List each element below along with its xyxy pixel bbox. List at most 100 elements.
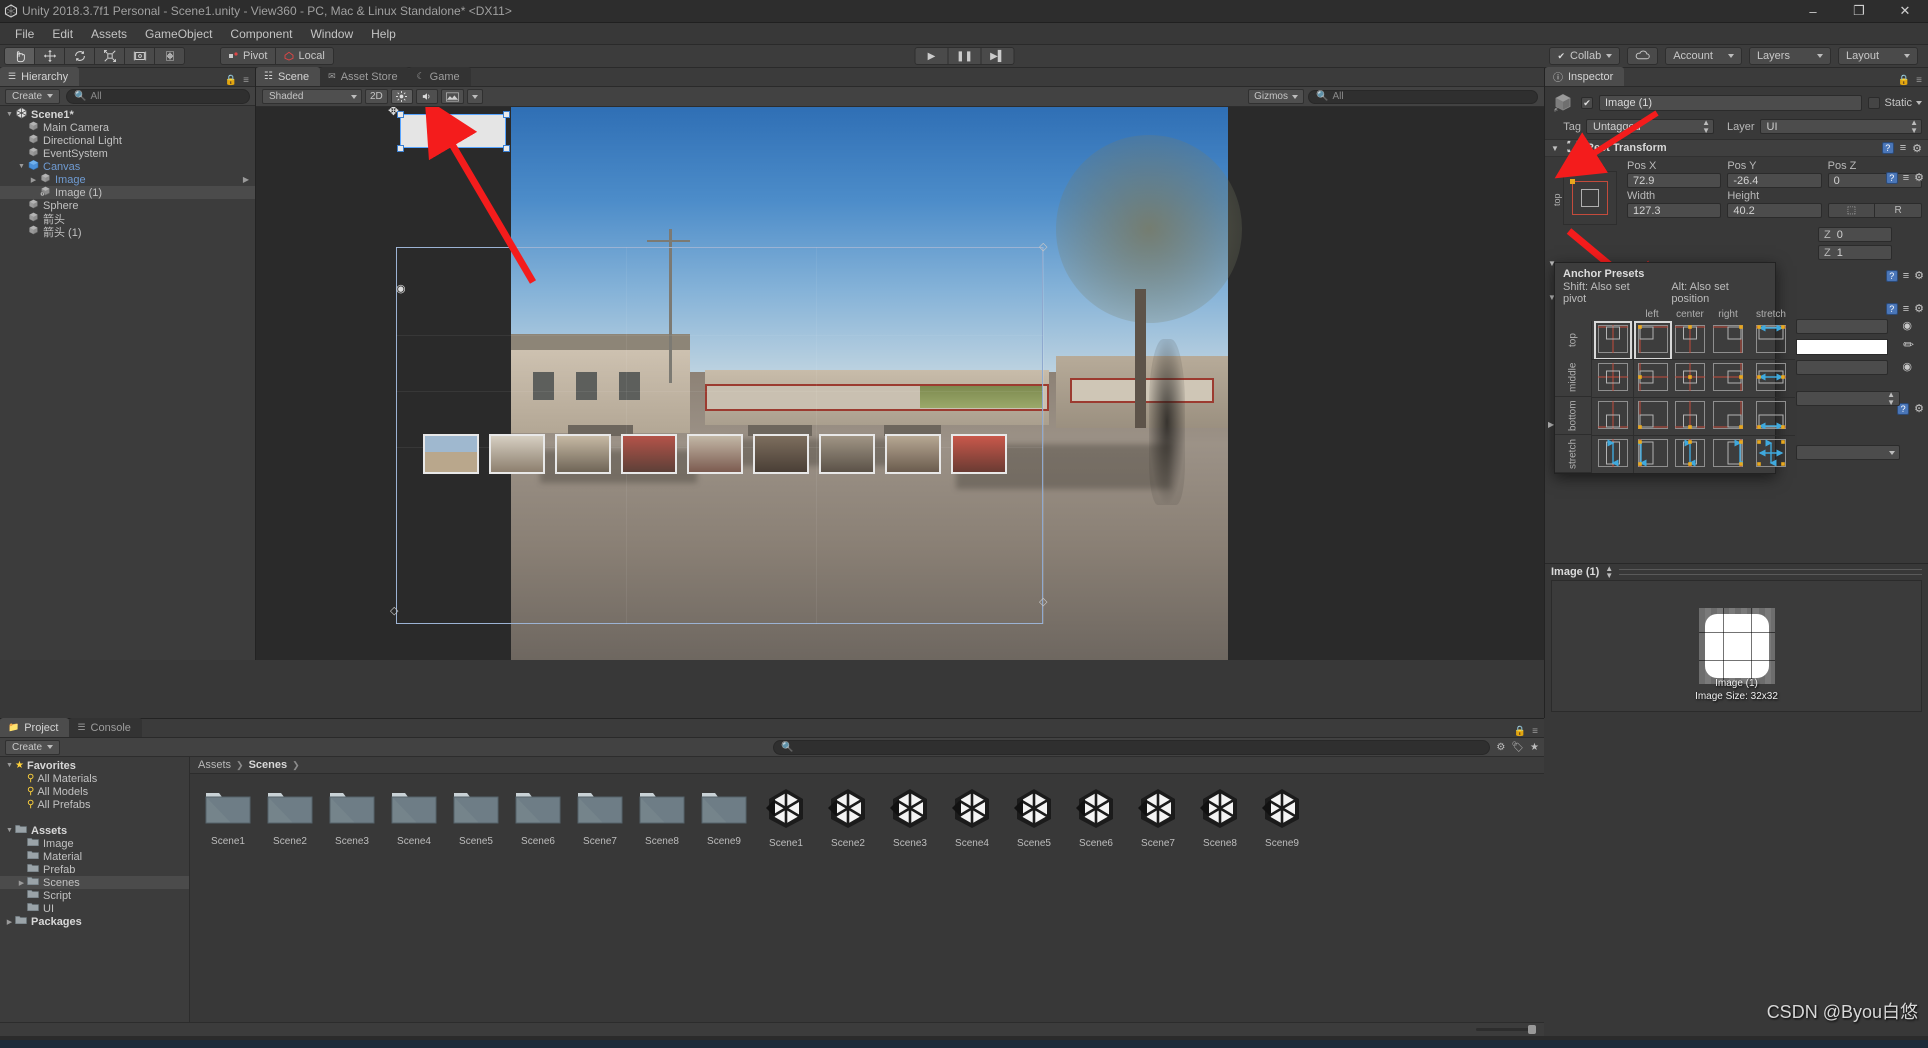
eyedropper-icon[interactable]: ✏ (1903, 337, 1914, 353)
rotate-tool-button[interactable] (64, 47, 95, 65)
resize-handle-tr[interactable] (503, 111, 510, 118)
asset-folder-item[interactable]: Scene9 (696, 786, 752, 849)
menu-edit[interactable]: Edit (43, 25, 82, 43)
thumbnail-item[interactable] (489, 434, 545, 474)
menu-gameobject[interactable]: GameObject (136, 25, 221, 43)
anchor-preset-bottom-center[interactable] (1671, 397, 1709, 435)
maximize-button[interactable]: ❐ (1836, 0, 1882, 23)
project-tree-item-packages[interactable]: ▶ Packages (0, 915, 189, 928)
chevron-down-icon[interactable]: ▼ (4, 762, 15, 769)
project-tree-item-spacer[interactable]: ▶ (0, 811, 189, 824)
play-button[interactable]: ▶ (914, 47, 949, 65)
filter-label-icon[interactable]: 🏷 (1511, 742, 1524, 753)
asset-scene-item[interactable]: Scene6 (1068, 786, 1124, 849)
pause-button[interactable]: ❚❚ (947, 47, 982, 65)
tab-console[interactable]: ☰ Console (69, 718, 142, 737)
favorite-icon[interactable]: ★ (1530, 742, 1539, 753)
toggle-2d-button[interactable]: 2D (365, 89, 388, 104)
asset-folder-item[interactable]: Scene6 (510, 786, 566, 849)
anchor-preset-middle-stretch[interactable] (1747, 359, 1795, 397)
material-field[interactable] (1796, 360, 1888, 375)
breadcrumb-item[interactable]: Assets (198, 759, 231, 771)
layers-button[interactable]: Layers (1748, 47, 1831, 65)
asset-folder-item[interactable]: Scene3 (324, 786, 380, 849)
pivot-handle[interactable] (446, 126, 457, 137)
asset-scene-item[interactable]: Scene8 (1192, 786, 1248, 849)
anchor-preset-stretch-right[interactable] (1709, 435, 1747, 473)
audio-toggle-button[interactable] (415, 89, 438, 104)
scene-viewport[interactable]: ✥ ◇ ◇ ◇ ◉ (256, 107, 1544, 660)
anchor-preset-stretch-stretch[interactable] (1747, 435, 1795, 473)
anchor-preset-stretch-left[interactable] (1633, 435, 1671, 473)
chevron-right-icon[interactable]: ▶ (28, 176, 39, 184)
help-icon[interactable]: ? (1885, 302, 1898, 315)
fx-dropdown-button[interactable] (466, 89, 483, 104)
asset-folder-item[interactable]: Scene1 (200, 786, 256, 849)
project-tree-item-prefab[interactable]: ▶Prefab (0, 863, 189, 876)
menu-component[interactable]: Component (221, 25, 301, 43)
hierarchy-item-1[interactable]: ▶箭头 (1) (0, 225, 255, 239)
anchor-preset-middle-left[interactable] (1633, 359, 1671, 397)
help-icon[interactable]: ? (1881, 142, 1894, 154)
rect-transform-header[interactable]: ▼ Rect Transform ? ≡ ⚙ (1545, 139, 1928, 157)
resize-handle-br[interactable] (503, 145, 510, 152)
anchor-preset-bottom-stretch[interactable] (1747, 397, 1795, 435)
lighting-toggle-button[interactable] (390, 89, 413, 104)
image-type-dropdown[interactable]: ▲ ▼ (1796, 391, 1900, 406)
menu-icon[interactable]: ≡ (1532, 726, 1538, 737)
gameobject-name-field[interactable]: Image (1) (1599, 95, 1863, 111)
anchor-preset-stretch-center[interactable] (1671, 435, 1709, 473)
anchor-preset-summary-top[interactable] (1591, 320, 1633, 360)
chevron-right-icon[interactable]: ▶ (16, 879, 27, 887)
anchor-preset-bottom-right[interactable] (1709, 397, 1747, 435)
asset-folder-item[interactable]: Scene7 (572, 786, 628, 849)
preset-icon[interactable]: ≡ (1903, 172, 1909, 184)
gameobject-enabled-checkbox[interactable]: ✔ (1581, 97, 1593, 109)
anchor-presets-grid[interactable]: left center right stretch top middle bottom str… (1555, 309, 1795, 473)
tab-project[interactable]: 📁 Project (0, 718, 70, 737)
project-tree-item-all-models[interactable]: ▶⚲All Models (0, 785, 189, 798)
asset-scene-item[interactable]: Scene1 (758, 786, 814, 849)
thumbnail-item[interactable] (555, 434, 611, 474)
preset-icon[interactable]: ≡ (1903, 270, 1909, 282)
menu-help[interactable]: Help (362, 25, 405, 43)
asset-scene-item[interactable]: Scene5 (1006, 786, 1062, 849)
anchor-preset-summary-bottom[interactable] (1591, 397, 1633, 435)
asset-scene-item[interactable]: Scene2 (820, 786, 876, 849)
chevron-down-icon[interactable]: ▼ (1551, 144, 1561, 153)
asset-scene-item[interactable]: Scene4 (944, 786, 1000, 849)
thumbnail-item[interactable] (951, 434, 1007, 474)
cloud-button[interactable] (1627, 47, 1659, 65)
anchor-presets-popup[interactable]: Anchor Presets Shift: Also set pivot Alt… (1554, 262, 1795, 474)
radio-icon[interactable]: ◉ (1902, 360, 1912, 373)
pos-y-input[interactable]: -26.4 (1727, 173, 1822, 188)
breadcrumb-item[interactable]: Scenes (249, 759, 288, 771)
anchor-preset-middle-right[interactable] (1709, 359, 1747, 397)
step-button[interactable]: ▶▌ (980, 47, 1015, 65)
lock-icon[interactable]: 🔒 (225, 75, 237, 86)
anchor-preset-bottom-left[interactable] (1633, 397, 1671, 435)
color-field[interactable] (1796, 339, 1888, 355)
project-tree-item-ui[interactable]: ▶UI (0, 902, 189, 915)
scale-tool-button[interactable] (94, 47, 125, 65)
height-input[interactable]: 40.2 (1727, 203, 1822, 218)
rect-tool-button[interactable] (124, 47, 155, 65)
tab-scene[interactable]: ☷ Scene (256, 67, 321, 86)
gizmos-dropdown[interactable]: Gizmos (1248, 89, 1304, 104)
anchor-preset-summary-middle[interactable] (1591, 359, 1633, 397)
tab-hierarchy[interactable]: ☰ Hierarchy (0, 67, 80, 86)
anchor-preset-top-stretch[interactable] (1747, 321, 1795, 359)
project-create-button[interactable]: Create (5, 739, 61, 755)
project-tree-item-script[interactable]: ▶Script (0, 889, 189, 902)
thumbnail-item[interactable] (753, 434, 809, 474)
preset-icon[interactable]: ≡ (1903, 303, 1909, 315)
chevron-down-icon[interactable]: ▼ (16, 163, 27, 170)
anchor-preset-top-center[interactable] (1671, 321, 1709, 359)
anchor-preset-button[interactable] (1563, 171, 1617, 225)
project-tree-item-all-materials[interactable]: ▶⚲All Materials (0, 772, 189, 785)
asset-folder-item[interactable]: Scene4 (386, 786, 442, 849)
gear-icon[interactable]: ⚙ (1914, 302, 1924, 315)
menu-icon[interactable]: ≡ (1916, 75, 1922, 86)
thumbnail-item[interactable] (885, 434, 941, 474)
resize-handle-bl[interactable] (397, 145, 404, 152)
